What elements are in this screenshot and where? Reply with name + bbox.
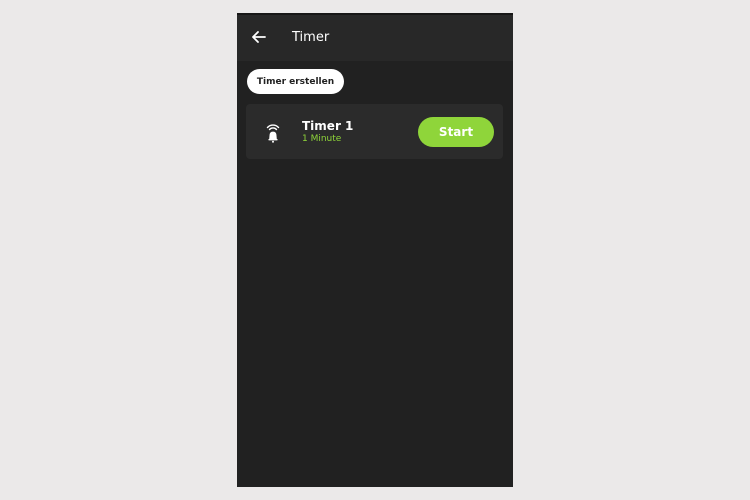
start-button[interactable]: Start — [418, 117, 494, 147]
page-title: Timer — [292, 30, 330, 45]
timer-card[interactable]: Timer 1 1 Minute Start — [246, 104, 503, 159]
arrow-left-icon — [252, 31, 266, 43]
bell-icon — [265, 122, 281, 143]
back-button[interactable] — [249, 27, 269, 47]
create-timer-button[interactable]: Timer erstellen — [247, 69, 344, 94]
timer-name: Timer 1 — [302, 119, 354, 133]
timer-duration: 1 Minute — [302, 134, 342, 144]
top-bar: Timer — [237, 13, 513, 61]
page-background: Timer Timer erstellen Timer 1 1 Minute S… — [0, 0, 750, 500]
app-screen: Timer Timer erstellen Timer 1 1 Minute S… — [237, 13, 513, 487]
